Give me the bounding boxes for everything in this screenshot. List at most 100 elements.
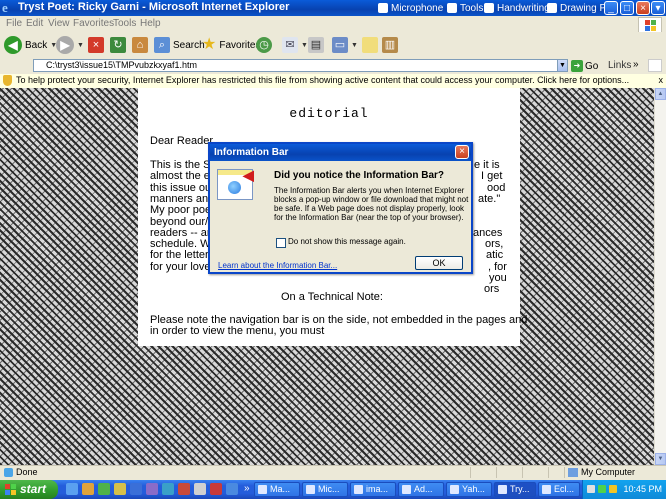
print-button[interactable]: ▤ <box>308 35 324 55</box>
scroll-down-button[interactable]: ▼ <box>655 453 666 465</box>
language-bar-microphone[interactable]: Microphone <box>378 1 443 15</box>
quicklaunch-media-icon[interactable] <box>98 483 110 495</box>
quicklaunch-app-icon[interactable] <box>194 483 206 495</box>
language-bar-options-button[interactable]: ▾ <box>651 1 665 15</box>
taskbar-item[interactable]: Yah... <box>446 482 492 497</box>
tray-icon[interactable] <box>587 485 595 493</box>
chevron-down-icon: ▼ <box>77 41 84 49</box>
back-button[interactable]: ◀ Back ▼ <box>4 35 57 55</box>
toolbar: ◀ Back ▼ ▶ ▼ × ↻ ⌂ ⌕ Search ★ Favorites … <box>0 32 666 59</box>
dont-show-checkbox-label[interactable]: Do not show this message again. <box>288 237 406 246</box>
page-icon <box>4 468 13 477</box>
dialog-body: The Information Bar alerts you when Inte… <box>274 186 469 222</box>
note-icon <box>362 37 378 53</box>
quicklaunch-app-icon[interactable] <box>114 483 126 495</box>
search-icon: ⌕ <box>154 37 170 53</box>
links-toolbar[interactable]: Links <box>608 60 631 71</box>
taskbar: start » Ma... Mic... ima... Ad... Yah...… <box>0 480 666 499</box>
scroll-up-button[interactable]: ▲ <box>655 88 666 100</box>
taskbar-item[interactable]: Ad... <box>398 482 444 497</box>
menu-edit[interactable]: Edit <box>26 18 43 29</box>
search-button[interactable]: ⌕ Search <box>154 35 205 55</box>
menu-view[interactable]: View <box>48 18 70 29</box>
information-bar-dialog: Information Bar × ◀ Did you notice the I… <box>208 142 473 274</box>
microphone-icon <box>378 3 388 13</box>
address-bar: C:\tryst3\issue15\TMPvubzkxyaf1.htm ▼ ➜ … <box>0 58 666 75</box>
shield-icon <box>3 75 12 86</box>
learn-more-link[interactable]: Learn about the Information Bar... <box>218 261 337 270</box>
tech-note-line: in order to view the menu, you must <box>150 325 325 338</box>
menu-file[interactable]: File <box>6 18 22 29</box>
chevron-right-icon[interactable]: » <box>244 483 250 494</box>
refresh-button[interactable]: ↻ <box>110 35 126 55</box>
refresh-icon: ↻ <box>110 37 126 53</box>
address-input[interactable]: C:\tryst3\issue15\TMPvubzkxyaf1.htm <box>33 59 567 72</box>
forward-arrow-icon: ▶ <box>56 36 74 54</box>
security-zone[interactable]: My Computer <box>568 467 635 477</box>
links-icon[interactable] <box>648 59 662 72</box>
ok-button[interactable]: OK <box>415 256 463 270</box>
stop-button[interactable]: × <box>88 35 104 55</box>
start-button[interactable]: start <box>0 480 58 499</box>
printer-icon: ▤ <box>308 37 324 53</box>
arrow-left-icon: ◀ <box>243 167 254 183</box>
menu-help[interactable]: Help <box>140 18 161 29</box>
mail-button[interactable]: ✉ ▼ <box>282 35 308 55</box>
history-button[interactable]: ◷ <box>256 35 272 55</box>
minimize-button[interactable]: _ <box>604 1 618 15</box>
taskbar-item[interactable]: ima... <box>350 482 396 497</box>
vertical-scrollbar[interactable]: ▲ ▼ <box>654 88 666 465</box>
edit-page-icon: ▭ <box>332 37 348 53</box>
quicklaunch-app-icon[interactable] <box>226 483 238 495</box>
menu-bar: File Edit View Favorites Tools Help <box>0 16 666 33</box>
favorites-button[interactable]: ★ Favorites <box>202 35 260 55</box>
information-bar-message: To help protect your security, Internet … <box>16 75 630 85</box>
tray-icon[interactable] <box>598 485 606 493</box>
dialog-title: Information Bar <box>210 144 471 161</box>
language-bar-handwriting[interactable]: Handwriting <box>484 1 550 15</box>
tray-icon[interactable] <box>609 485 617 493</box>
go-button[interactable]: ➜ Go <box>571 59 598 73</box>
home-icon: ⌂ <box>132 37 148 53</box>
title-bar[interactable]: e Tryst Poet: Ricky Garni - Microsoft In… <box>0 0 666 16</box>
windows-flag-icon <box>638 17 662 33</box>
status-text: Done <box>16 467 38 477</box>
menu-tools[interactable]: Tools <box>113 18 136 29</box>
dont-show-checkbox[interactable] <box>276 238 286 248</box>
information-bar-close-icon[interactable]: x <box>659 74 664 87</box>
taskbar-item-active[interactable]: Try... <box>494 482 536 497</box>
research-button[interactable]: ▥ <box>382 35 398 55</box>
chevron-down-icon: ▼ <box>351 41 358 49</box>
discuss-button[interactable] <box>362 35 378 55</box>
maximize-button[interactable]: □ <box>620 1 634 15</box>
forward-button[interactable]: ▶ ▼ <box>56 35 84 55</box>
quicklaunch-app-icon[interactable] <box>210 483 222 495</box>
quicklaunch-app-icon[interactable] <box>178 483 190 495</box>
information-bar[interactable]: To help protect your security, Internet … <box>0 74 666 89</box>
chevron-right-icon[interactable]: » <box>633 59 639 70</box>
body-line: My poor poe <box>150 204 212 217</box>
system-tray: 10:45 PM <box>582 480 666 499</box>
quicklaunch-app-icon[interactable] <box>162 483 174 495</box>
taskbar-item[interactable]: Ecl... <box>538 482 580 497</box>
status-bar: Done My Computer <box>0 465 666 480</box>
clock: 10:45 PM <box>623 484 662 494</box>
ie-logo-icon: e <box>2 0 8 15</box>
body-fragment: I get <box>481 170 503 183</box>
quicklaunch-ie-icon[interactable] <box>66 483 78 495</box>
taskbar-item[interactable]: Ma... <box>254 482 300 497</box>
edit-button[interactable]: ▭ ▼ <box>332 35 358 55</box>
address-dropdown-button[interactable]: ▼ <box>557 59 568 72</box>
quicklaunch-app-icon[interactable] <box>146 483 158 495</box>
tools-icon <box>447 3 457 13</box>
back-arrow-icon: ◀ <box>4 36 22 54</box>
quicklaunch-folder-icon[interactable] <box>82 483 94 495</box>
dialog-close-button[interactable]: × <box>455 145 469 159</box>
body-fragment: ors <box>484 283 500 296</box>
taskbar-item[interactable]: Mic... <box>302 482 348 497</box>
home-button[interactable]: ⌂ <box>132 35 148 55</box>
close-button[interactable]: × <box>636 1 650 15</box>
menu-favorites[interactable]: Favorites <box>73 18 114 29</box>
quicklaunch-app-icon[interactable] <box>130 483 142 495</box>
language-bar-tools[interactable]: Tools <box>447 1 483 15</box>
